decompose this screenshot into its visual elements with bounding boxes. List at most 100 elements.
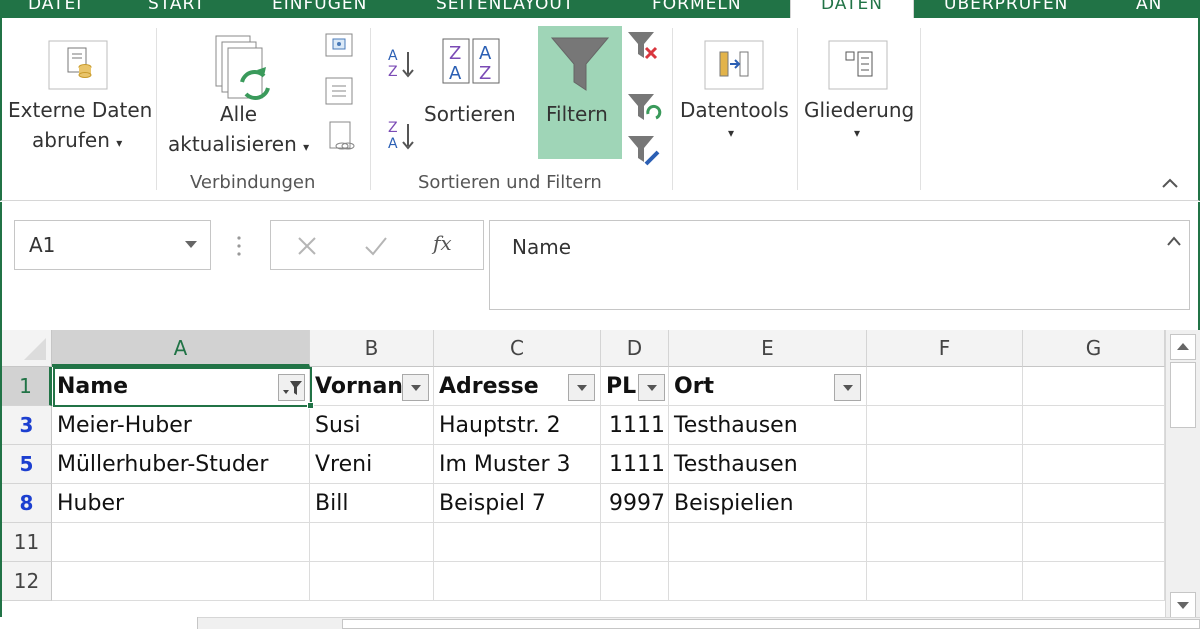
row-header-8[interactable]: 8 <box>2 484 52 523</box>
cell-c12[interactable] <box>434 562 601 601</box>
cancel-icon[interactable] <box>295 235 319 257</box>
cell-b8[interactable]: Bill <box>310 484 434 523</box>
scroll-up-button[interactable] <box>1170 334 1196 360</box>
scroll-down-button[interactable] <box>1170 592 1196 618</box>
cell-e8[interactable]: Beispielien <box>669 484 867 523</box>
tab-ansicht[interactable]: AN <box>1136 0 1162 20</box>
chevron-down-icon: ▾ <box>303 140 310 154</box>
tab-datei[interactable]: DATEI <box>28 0 82 20</box>
cell-e5[interactable]: Testhausen <box>669 445 867 484</box>
cell-a1[interactable]: Name <box>52 367 310 406</box>
properties-icon[interactable] <box>324 76 354 106</box>
tab-daten[interactable]: DATEN <box>790 0 914 20</box>
reapply-filter-icon[interactable] <box>626 92 662 128</box>
row-header-5[interactable]: 5 <box>2 445 52 484</box>
cell-b5[interactable]: Vreni <box>310 445 434 484</box>
row-header-1[interactable]: 1 <box>2 367 52 406</box>
tab-seitenlayout[interactable]: SEITENLAYOUT <box>436 0 574 20</box>
formula-input[interactable]: Name <box>489 220 1190 310</box>
cell-g8[interactable] <box>1023 484 1165 523</box>
select-all-corner[interactable] <box>2 330 52 367</box>
sortieren-label: Sortieren <box>424 102 516 126</box>
cell-c5[interactable]: Im Muster 3 <box>434 445 601 484</box>
tab-formeln[interactable]: FORMELN <box>652 0 742 20</box>
cell-b3[interactable]: Susi <box>310 406 434 445</box>
cell-f1[interactable] <box>867 367 1023 406</box>
aktualisieren-label: aktualisieren ▾ <box>168 132 310 156</box>
cell-e12[interactable] <box>669 562 867 601</box>
cell-f12[interactable] <box>867 562 1023 601</box>
cell-b12[interactable] <box>310 562 434 601</box>
row-header-12[interactable]: 12 <box>2 562 52 601</box>
horizontal-scrollbar[interactable] <box>342 619 1200 629</box>
filter-dropdown-e[interactable] <box>834 374 861 401</box>
tab-start[interactable]: START <box>148 0 205 20</box>
column-header-b[interactable]: B <box>310 330 434 367</box>
filter-dropdown-d[interactable] <box>638 374 665 401</box>
cell-d11[interactable] <box>601 523 669 562</box>
cell-a3[interactable]: Meier-Huber <box>52 406 310 445</box>
filter-dropdown-b[interactable] <box>402 374 429 401</box>
filtern-button[interactable]: Filtern <box>538 26 622 159</box>
chevron-down-icon <box>843 385 853 391</box>
cell-a5[interactable]: Müllerhuber-Studer <box>52 445 310 484</box>
cell-c11[interactable] <box>434 523 601 562</box>
group-separator <box>370 28 371 190</box>
cell-g1[interactable] <box>1023 367 1165 406</box>
cell-c3[interactable]: Hauptstr. 2 <box>434 406 601 445</box>
sheet-tab[interactable] <box>0 617 198 629</box>
cell-g3[interactable] <box>1023 406 1165 445</box>
cell-e11[interactable] <box>669 523 867 562</box>
collapse-ribbon-icon[interactable] <box>1160 176 1180 190</box>
column-header-g[interactable]: G <box>1023 330 1165 367</box>
svg-text:Z: Z <box>449 43 461 64</box>
cell-d5[interactable]: 1111 <box>601 445 669 484</box>
refresh-all-icon <box>215 35 270 100</box>
cell-d12[interactable] <box>601 562 669 601</box>
cell-a12[interactable] <box>52 562 310 601</box>
column-header-f[interactable]: F <box>867 330 1023 367</box>
advanced-filter-icon[interactable] <box>626 134 662 170</box>
cell-f11[interactable] <box>867 523 1023 562</box>
cell-f3[interactable] <box>867 406 1023 445</box>
collapse-formula-bar-icon[interactable] <box>1166 235 1182 247</box>
sort-a-to-z-icon[interactable]: A Z <box>386 46 418 82</box>
row-header-11[interactable]: 11 <box>2 523 52 562</box>
row-header-3[interactable]: 3 <box>2 406 52 445</box>
filter-active-dropdown-a[interactable] <box>278 374 305 401</box>
cell-g11[interactable] <box>1023 523 1165 562</box>
cell-b11[interactable] <box>310 523 434 562</box>
fill-handle[interactable] <box>307 402 314 409</box>
edit-links-icon[interactable] <box>328 120 356 154</box>
cell-a8[interactable]: Huber <box>52 484 310 523</box>
filter-dropdown-c[interactable] <box>568 374 595 401</box>
cell-d3[interactable]: 1111 <box>601 406 669 445</box>
connections-icon[interactable] <box>324 32 354 60</box>
column-header-d[interactable]: D <box>601 330 669 367</box>
cell-f5[interactable] <box>867 445 1023 484</box>
insert-function-icon[interactable]: fx <box>433 231 452 255</box>
sort-z-to-a-icon[interactable]: Z A <box>386 118 418 154</box>
cell-a11[interactable] <box>52 523 310 562</box>
svg-text:Z: Z <box>388 120 398 136</box>
vertical-scrollbar[interactable] <box>1165 330 1200 629</box>
more-options-icon[interactable] <box>234 234 244 258</box>
tab-einfuegen[interactable]: EINFÜGEN <box>272 0 367 20</box>
vertical-scroll-thumb[interactable] <box>1170 362 1196 428</box>
tab-ueberpruefen[interactable]: ÜBERPRÜFEN <box>944 0 1068 20</box>
column-header-a[interactable]: A <box>52 330 310 367</box>
column-header-e[interactable]: E <box>669 330 867 367</box>
chevron-down-icon[interactable] <box>185 241 197 248</box>
group-separator <box>797 28 798 190</box>
cell-e3[interactable]: Testhausen <box>669 406 867 445</box>
cell-d8[interactable]: 9997 <box>601 484 669 523</box>
cell-g12[interactable] <box>1023 562 1165 601</box>
column-header-c[interactable]: C <box>434 330 601 367</box>
clear-filter-icon[interactable] <box>626 30 662 66</box>
cell-g5[interactable] <box>1023 445 1165 484</box>
cell-c8[interactable]: Beispiel 7 <box>434 484 601 523</box>
name-box[interactable]: A1 <box>14 220 211 270</box>
enter-check-icon[interactable] <box>363 235 389 257</box>
chevron-down-icon: ▾ <box>854 126 861 140</box>
cell-f8[interactable] <box>867 484 1023 523</box>
